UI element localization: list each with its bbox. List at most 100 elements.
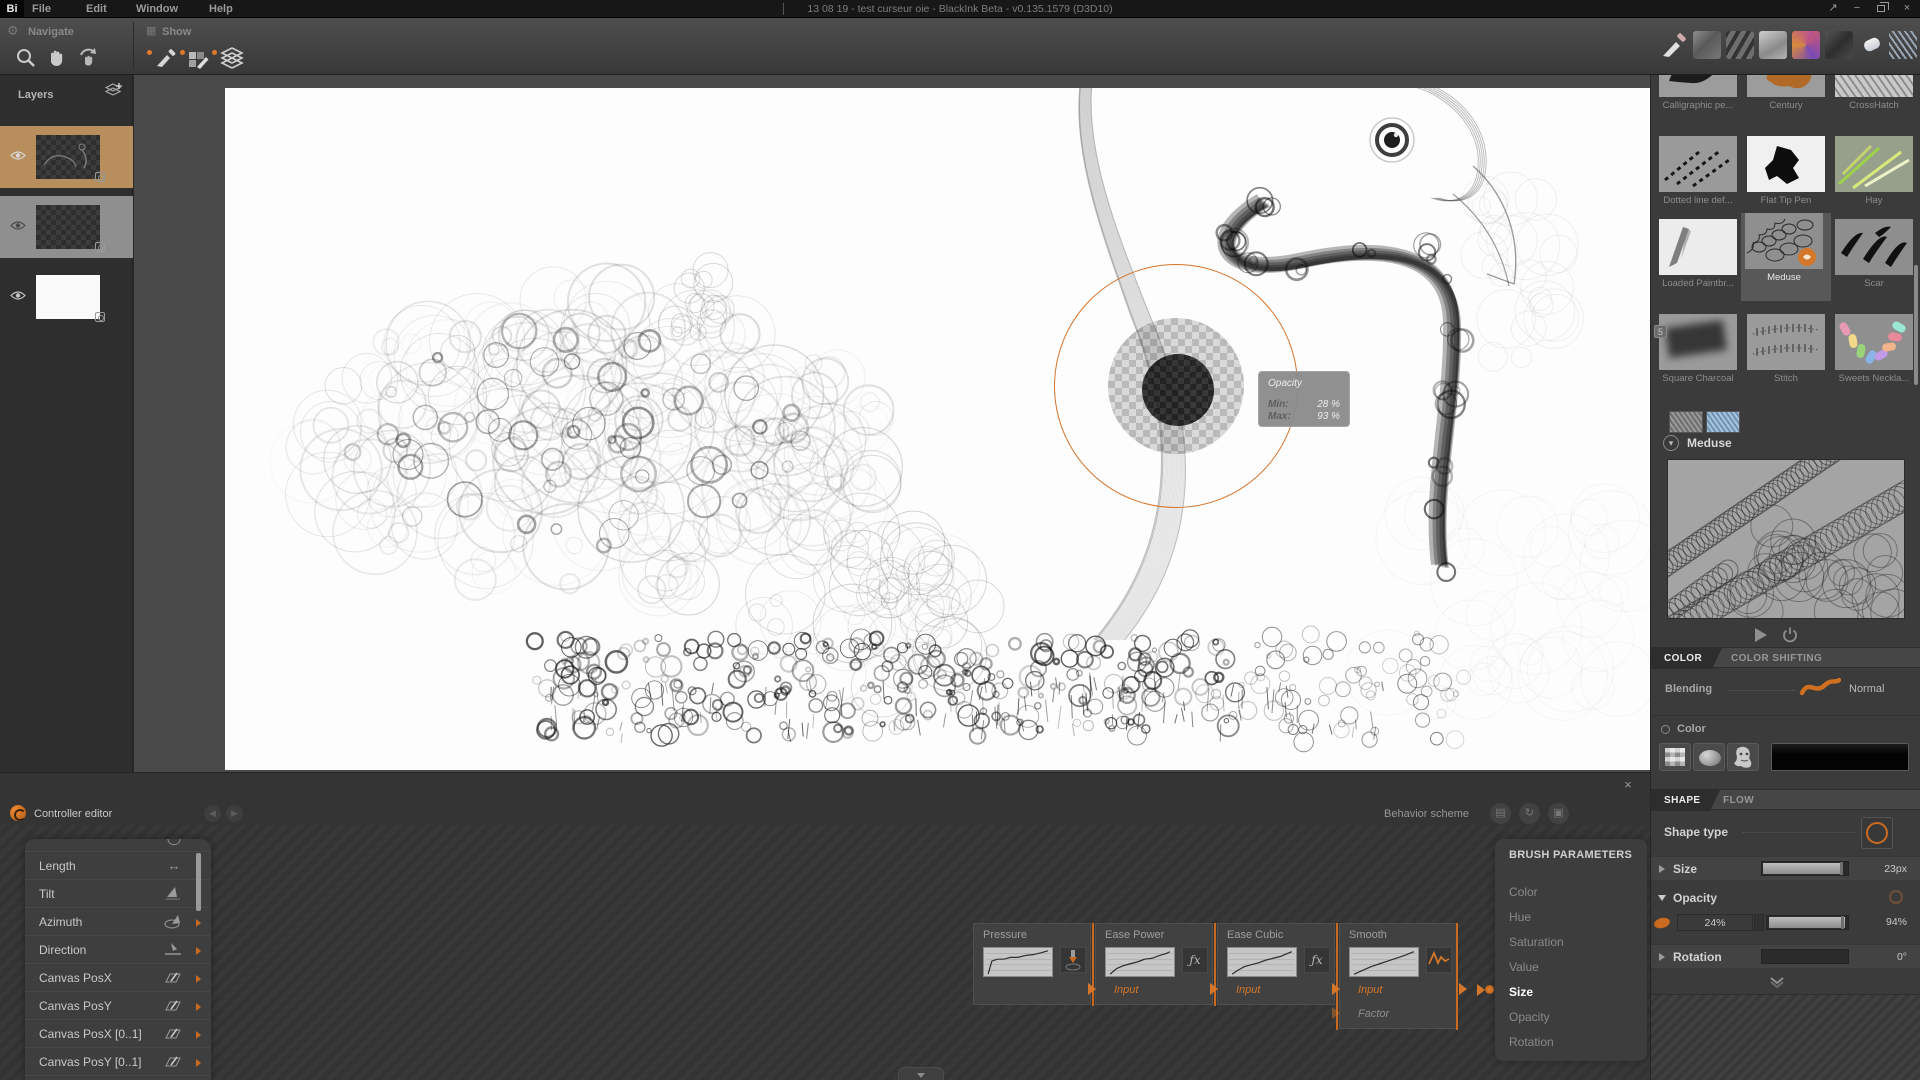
- show-layers-icon[interactable]: [219, 46, 243, 70]
- brush-preset[interactable]: Square Charcoal: [1655, 314, 1741, 390]
- brush-style-tile-2[interactable]: [1726, 31, 1754, 59]
- opacity-max-value[interactable]: 94%: [1853, 916, 1907, 928]
- tab-color[interactable]: COLOR: [1651, 648, 1712, 669]
- expand-arrow-icon[interactable]: [1659, 865, 1665, 873]
- layer-visibility-eye-icon[interactable]: [10, 150, 26, 161]
- layer-item-3[interactable]: [0, 266, 133, 328]
- brush-preset[interactable]: Hay: [1831, 136, 1917, 212]
- menu-file[interactable]: File: [32, 0, 51, 18]
- input-row-partial[interactable]: ◯: [25, 839, 211, 852]
- show-brush-cursor-icon[interactable]: [154, 46, 178, 70]
- input-row-direction[interactable]: Direction: [25, 937, 211, 964]
- brush-preset[interactable]: Century: [1743, 75, 1829, 117]
- menu-edit[interactable]: Edit: [86, 0, 107, 18]
- param-size[interactable]: Size: [1509, 985, 1629, 1005]
- brush-preset[interactable]: Loaded Paintbr...: [1655, 219, 1741, 295]
- restore-icon[interactable]: [1872, 0, 1890, 18]
- rotate-view-icon[interactable]: [76, 46, 100, 70]
- panel-resize-handle[interactable]: [898, 1067, 944, 1080]
- brush-variant-thumb[interactable]: [1706, 411, 1740, 433]
- layer-fx-icon[interactable]: [95, 312, 105, 322]
- layer-item-2[interactable]: [0, 196, 133, 258]
- brush-preset[interactable]: Calligraphic pe...: [1655, 75, 1741, 117]
- collapse-arrow-icon[interactable]: [1658, 895, 1666, 901]
- collapse-chevron-icon[interactable]: ▾: [1663, 435, 1679, 451]
- blending-value[interactable]: Normal: [1849, 683, 1884, 695]
- menu-window[interactable]: Window: [136, 0, 178, 18]
- current-color-swatch[interactable]: [1771, 743, 1909, 771]
- node-pressure[interactable]: Pressure: [973, 923, 1091, 1005]
- input-row-length[interactable]: Length ↔: [25, 853, 211, 880]
- hatch-brush-tile[interactable]: [1889, 31, 1917, 59]
- brush-style-tile-5[interactable]: [1825, 31, 1853, 59]
- brush-preset[interactable]: Dotted line def...: [1655, 136, 1741, 212]
- response-curve[interactable]: [983, 947, 1053, 977]
- brush-preset[interactable]: Stitch: [1743, 314, 1829, 390]
- close-panel-icon[interactable]: ×: [1620, 777, 1636, 793]
- input-row-canvas-posy01[interactable]: Canvas PosY [0..1]: [25, 1049, 211, 1076]
- rotation-value[interactable]: 0°: [1851, 951, 1907, 963]
- brush-preset[interactable]: Scar: [1831, 219, 1917, 295]
- response-curve[interactable]: [1349, 947, 1419, 977]
- node-ease-power[interactable]: Ease Power ƒx Input: [1095, 923, 1213, 1005]
- minimize-icon[interactable]: −: [1848, 0, 1866, 18]
- shape-type-button[interactable]: [1861, 817, 1893, 849]
- brush-preset[interactable]: Flat Tip Pen: [1743, 136, 1829, 212]
- param-rotation[interactable]: Rotation: [1509, 1035, 1629, 1055]
- opacity-min-value[interactable]: 24%: [1677, 914, 1753, 931]
- response-curve[interactable]: [1105, 947, 1175, 977]
- panel-expander-icon[interactable]: [1769, 976, 1785, 988]
- input-list-scrollbar[interactable]: [196, 853, 201, 911]
- tab-color-shifting[interactable]: COLOR SHIFTING: [1731, 648, 1822, 669]
- show-brush-palette-icon[interactable]: [187, 46, 211, 70]
- param-color[interactable]: Color: [1509, 885, 1629, 905]
- param-saturation[interactable]: Saturation: [1509, 935, 1629, 955]
- pan-hand-icon[interactable]: [44, 46, 68, 70]
- node-ease-cubic[interactable]: Ease Cubic ƒx Input: [1217, 923, 1335, 1005]
- canvas[interactable]: Opacity Min: 28 % Max: 93 %: [225, 88, 1650, 770]
- brush-variant-thumb[interactable]: [1669, 411, 1703, 433]
- tab-flow[interactable]: FLOW: [1723, 790, 1754, 811]
- tab-shape[interactable]: SHAPE: [1651, 790, 1710, 811]
- brush-preset[interactable]: CrossHatch: [1831, 75, 1917, 117]
- layer-visibility-eye-icon[interactable]: [10, 220, 26, 231]
- zoom-tool-icon[interactable]: [14, 46, 38, 70]
- node-smooth[interactable]: Smooth Input Factor: [1339, 923, 1457, 1029]
- blending-mode-icon[interactable]: [1799, 675, 1841, 699]
- response-curve[interactable]: [1227, 947, 1297, 977]
- layer-fx-icon[interactable]: [95, 242, 105, 252]
- save-scheme-icon[interactable]: ▣: [1548, 803, 1569, 824]
- input-row-canvas-posx[interactable]: Canvas PosX: [25, 965, 211, 992]
- param-opacity[interactable]: Opacity: [1509, 1010, 1629, 1030]
- menu-help[interactable]: Help: [209, 0, 233, 18]
- brush-preset[interactable]: Sweets Neckla...: [1831, 314, 1917, 390]
- input-row-canvas-posx01[interactable]: Canvas PosX [0..1]: [25, 1021, 211, 1048]
- brush-tool-icon[interactable]: [1660, 31, 1688, 59]
- preset-scrollbar[interactable]: [1914, 265, 1918, 385]
- brush-style-tile-3[interactable]: [1759, 31, 1787, 59]
- color-sphere-button[interactable]: [1693, 743, 1725, 771]
- open-scheme-icon[interactable]: ▤: [1490, 803, 1511, 824]
- input-row-tilt[interactable]: Tilt: [25, 881, 211, 908]
- size-slider[interactable]: [1761, 861, 1849, 876]
- brush-preset-selected[interactable]: Meduse: [1741, 213, 1831, 301]
- reload-scheme-icon[interactable]: ↻: [1519, 803, 1540, 824]
- param-value[interactable]: Value: [1509, 960, 1629, 980]
- expand-arrow-icon[interactable]: [1659, 953, 1665, 961]
- history-back-icon[interactable]: ◀: [204, 805, 221, 822]
- opacity-link-icon[interactable]: [1889, 890, 1903, 904]
- layer-visibility-eye-icon[interactable]: [10, 290, 26, 301]
- preview-play-icon[interactable]: [1751, 626, 1769, 644]
- color-radio-icon[interactable]: [1661, 725, 1670, 734]
- popout-icon[interactable]: ↗: [1824, 0, 1842, 18]
- preview-power-icon[interactable]: [1781, 626, 1799, 644]
- reference-image-button[interactable]: [1727, 743, 1759, 771]
- brush-style-tile-4[interactable]: [1792, 31, 1820, 59]
- size-value[interactable]: 23px: [1851, 863, 1907, 875]
- input-row-azimuth[interactable]: Azimuth: [25, 909, 211, 936]
- layer-fx-icon[interactable]: [95, 172, 105, 182]
- add-layer-icon[interactable]: [105, 82, 123, 98]
- brush-style-tile-1[interactable]: [1693, 31, 1721, 59]
- param-hue[interactable]: Hue: [1509, 910, 1629, 930]
- rotation-slider[interactable]: [1761, 949, 1849, 964]
